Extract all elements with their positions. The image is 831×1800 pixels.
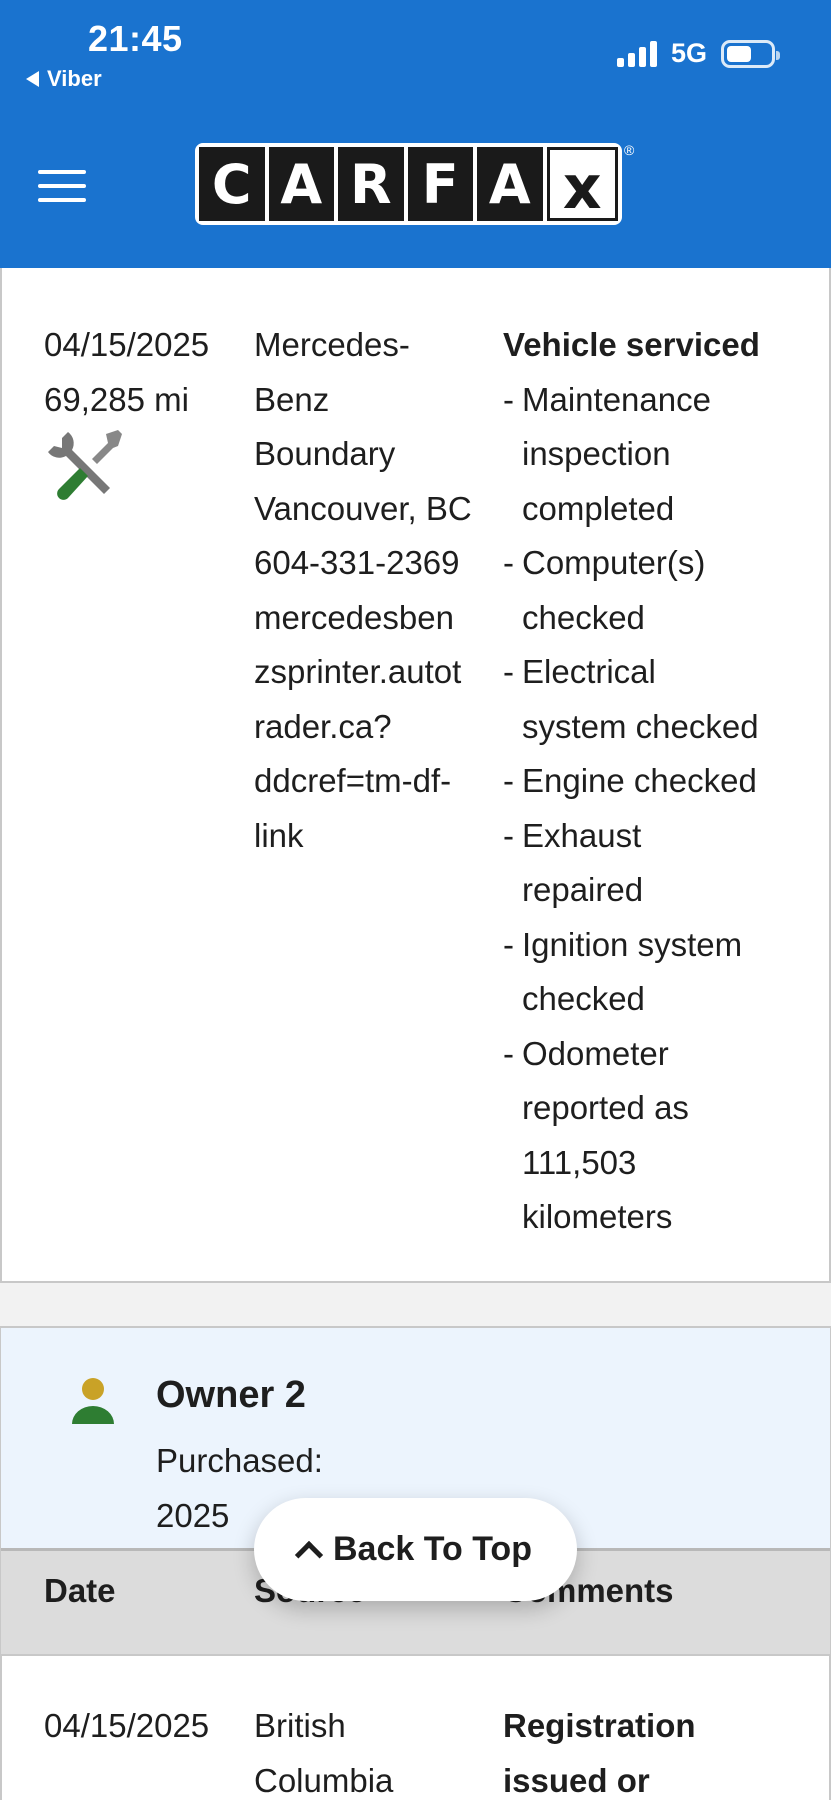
back-to-top-button[interactable]: Back To Top	[254, 1498, 577, 1601]
logo-letter: R	[338, 147, 404, 221]
status-time: 21:45	[88, 18, 183, 59]
comment-item: - Ignition system checked	[503, 925, 743, 1018]
owner-title: Owner 2	[156, 1374, 306, 1416]
back-to-top-label: Back To Top	[333, 1530, 532, 1568]
app-header: 21:45 Viber 5G C A R F A x ®	[0, 0, 831, 268]
column-header-date: Date	[44, 1572, 116, 1609]
logo-letter: F	[407, 147, 473, 221]
source-line: Benz	[254, 380, 330, 418]
service-tools-icon	[48, 430, 122, 500]
record-comments: Vehicle serviced - Maintenance inspection…	[503, 318, 803, 1245]
comment-item: - Electrical system checked	[503, 653, 759, 745]
source-link[interactable]: rader.ca?	[254, 700, 494, 755]
source-phone[interactable]: 604-331-2369	[254, 536, 494, 591]
source-line: Mercedes-	[254, 326, 410, 363]
record2-source: British Columbia	[254, 1707, 394, 1799]
registered-mark: ®	[624, 142, 635, 158]
battery-icon	[721, 39, 780, 68]
owner-person-icon	[72, 1378, 114, 1424]
hamburger-menu-icon[interactable]	[38, 170, 86, 202]
record2-date: 04/15/2025	[44, 1707, 210, 1744]
comment-item: - Exhaust repaired	[503, 816, 644, 909]
purchased-label: Purchased:	[156, 1442, 323, 1479]
record-mileage: 69,285 mi	[44, 380, 189, 418]
logo-letter: C	[199, 147, 265, 221]
status-indicators: 5G	[616, 38, 780, 69]
logo-letter: x	[546, 147, 618, 221]
back-to-app-link[interactable]: Viber	[26, 66, 102, 92]
source-link[interactable]: zsprinter.autot	[254, 645, 494, 700]
record-date: 04/15/2025	[44, 326, 210, 363]
comment-item: - Computer(s) checked	[503, 544, 706, 636]
comment-item: - Maintenance inspection completed	[503, 380, 711, 527]
logo-letter: A	[477, 147, 543, 221]
back-app-label: Viber	[47, 66, 102, 91]
record2-comments: Registration issued or	[503, 1707, 696, 1799]
record-source: Mercedes- Benz Boundary Vancouver, BC 60…	[254, 318, 494, 863]
network-type: 5G	[670, 38, 707, 68]
source-link[interactable]: ddcref=tm-df-	[254, 754, 494, 809]
chevron-up-icon	[294, 1540, 324, 1569]
record-date-column: 04/15/2025 69,285 mi	[44, 318, 209, 427]
source-link[interactable]: link	[254, 809, 494, 864]
comment-item: - Odometer reported as 111,503 kilometers	[503, 1034, 689, 1236]
source-link[interactable]: mercedesben	[254, 591, 494, 646]
logo-letter: A	[268, 147, 334, 221]
source-line: Vancouver, BC	[254, 489, 472, 527]
cellular-signal-icon	[616, 40, 657, 67]
back-triangle-icon	[26, 71, 39, 87]
comment-title: Vehicle serviced	[503, 326, 760, 363]
comment-item: - Engine checked	[503, 762, 757, 799]
carfax-logo[interactable]: C A R F A x	[195, 143, 622, 225]
source-line: Boundary	[254, 435, 396, 472]
